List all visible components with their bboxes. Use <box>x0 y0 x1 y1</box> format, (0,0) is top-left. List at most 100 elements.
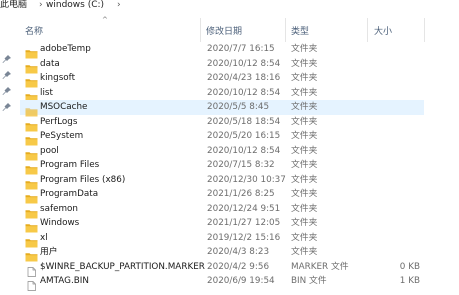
file-type: 文件夹 <box>291 116 318 127</box>
file-type: 文件夹 <box>291 44 318 54</box>
file-icon <box>25 262 38 277</box>
folder-icon <box>25 247 38 262</box>
file-date-modified: 2020/5/5 8:45 <box>207 102 270 112</box>
file-type: 文件夹 <box>291 203 318 214</box>
column-header-date[interactable]: 修改日期 <box>206 24 242 37</box>
breadcrumb-drive-c[interactable]: windows (C:) <box>46 0 104 10</box>
folder-icon <box>25 131 38 146</box>
file-date-modified: 2019/12/2 15:16 <box>207 232 281 243</box>
file-date-modified: 2020/6/9 19:54 <box>207 276 275 286</box>
column-divider[interactable] <box>200 18 201 42</box>
file-row[interactable]: PerfLogs 2020/5/18 18:54 文件夹 <box>20 115 424 131</box>
file-date-modified: 2021/1/26 8:25 <box>207 189 275 199</box>
file-name: Program Files <box>40 160 100 170</box>
file-date-modified: 2020/5/20 16:15 <box>207 131 281 141</box>
file-row[interactable]: $WINRE_BACKUP_PARTITION.MARKER 2020/4/2 9… <box>20 260 424 277</box>
sort-ascending-icon: ^ <box>102 16 108 24</box>
folder-icon <box>25 102 38 117</box>
folder-icon <box>25 73 38 88</box>
folder-icon <box>25 146 38 160</box>
file-row[interactable]: Program Files (x86) 2020/12/30 10:37 文件夹 <box>20 173 424 189</box>
file-row[interactable]: data 2020/10/12 8:54 文件夹 <box>20 57 424 73</box>
file-type: 文件夹 <box>291 87 318 98</box>
file-size: 0 KB <box>399 261 420 272</box>
file-name: safemon <box>40 203 79 214</box>
file-type: MARKER 文件 <box>291 261 349 272</box>
file-name: pool <box>40 145 59 156</box>
file-row[interactable]: PeSystem 2020/5/20 16:15 文件夹 <box>20 129 424 146</box>
column-divider[interactable] <box>285 18 286 42</box>
file-date-modified: 2020/7/7 16:15 <box>207 44 275 54</box>
folder-icon <box>25 204 38 218</box>
breadcrumb-separator-icon[interactable]: › <box>117 0 121 10</box>
column-header-type[interactable]: 类型 <box>291 24 309 37</box>
file-date-modified: 2020/7/15 8:32 <box>207 160 275 170</box>
file-row[interactable]: pool 2020/10/12 8:54 文件夹 <box>20 144 424 160</box>
file-name: kingsoft <box>40 73 76 83</box>
folder-icon <box>25 218 38 233</box>
file-type: 文件夹 <box>291 145 318 156</box>
file-name: MSOCache <box>40 102 88 112</box>
file-type: 文件夹 <box>291 189 318 199</box>
folder-icon <box>25 44 38 59</box>
file-date-modified: 2020/4/3 8:23 <box>207 247 270 257</box>
folder-icon <box>25 59 38 73</box>
file-type: 文件夹 <box>291 218 318 228</box>
column-header-name[interactable]: 名称 <box>25 24 43 37</box>
file-row[interactable]: Program Files 2020/7/15 8:32 文件夹 <box>20 158 424 175</box>
file-icon <box>25 276 38 291</box>
breadcrumb-this-pc[interactable]: 此电脑 <box>0 0 27 10</box>
file-row[interactable]: list 2020/10/12 8:54 文件夹 <box>20 86 424 102</box>
file-name: PerfLogs <box>40 116 78 127</box>
pin-icon[interactable] <box>2 54 12 64</box>
file-date-modified: 2021/1/27 12:05 <box>207 218 281 228</box>
file-name: PeSystem <box>40 131 84 141</box>
file-row[interactable]: adobeTemp 2020/7/7 16:15 文件夹 <box>20 42 424 59</box>
quick-access-pins <box>0 50 16 120</box>
file-name: xl <box>40 232 48 243</box>
file-row[interactable]: Windows 2021/1/27 12:05 文件夹 <box>20 216 424 233</box>
file-name: adobeTemp <box>40 44 91 54</box>
file-name: Program Files (x86) <box>40 174 126 185</box>
column-divider[interactable] <box>424 18 425 42</box>
folder-icon <box>25 88 38 102</box>
file-name: data <box>40 58 60 69</box>
file-row[interactable]: xl 2019/12/2 15:16 文件夹 <box>20 231 424 247</box>
folder-icon <box>25 175 38 189</box>
file-name: 用户 <box>40 247 58 257</box>
file-name: ProgramData <box>40 189 99 199</box>
file-row[interactable]: MSOCache 2020/5/5 8:45 文件夹 <box>20 100 424 117</box>
file-type: 文件夹 <box>291 232 318 243</box>
column-header-size[interactable]: 大小 <box>374 24 392 37</box>
file-date-modified: 2020/4/2 9:56 <box>207 261 270 272</box>
pin-icon[interactable] <box>2 86 12 96</box>
file-date-modified: 2020/4/23 18:16 <box>207 73 281 83</box>
file-type: 文件夹 <box>291 58 318 69</box>
file-row[interactable]: ProgramData 2021/1/26 8:25 文件夹 <box>20 187 424 204</box>
file-type: 文件夹 <box>291 131 318 141</box>
pin-icon[interactable] <box>2 102 12 112</box>
file-type: 文件夹 <box>291 160 318 170</box>
file-row[interactable]: safemon 2020/12/24 9:51 文件夹 <box>20 202 424 218</box>
file-row[interactable]: 用户 2020/4/3 8:23 文件夹 <box>20 245 424 262</box>
file-name: $WINRE_BACKUP_PARTITION.MARKER <box>40 261 205 272</box>
file-date-modified: 2020/12/30 10:37 <box>207 174 286 185</box>
breadcrumb-separator-icon[interactable]: › <box>39 0 43 10</box>
file-name: list <box>40 87 53 98</box>
file-date-modified: 2020/10/12 8:54 <box>207 87 281 98</box>
column-divider[interactable] <box>367 18 368 42</box>
breadcrumb: 此电脑 › windows (C:) › <box>0 0 459 14</box>
file-date-modified: 2020/12/24 9:51 <box>207 203 281 214</box>
file-type: 文件夹 <box>291 73 318 83</box>
pin-icon[interactable] <box>2 70 12 80</box>
file-type: 文件夹 <box>291 174 318 185</box>
file-type: BIN 文件 <box>291 276 327 286</box>
file-type: 文件夹 <box>291 247 318 257</box>
column-header: ^ 名称 修改日期 类型 大小 <box>20 16 459 42</box>
file-date-modified: 2020/10/12 8:54 <box>207 58 281 69</box>
file-date-modified: 2020/5/18 18:54 <box>207 116 281 127</box>
file-row[interactable]: kingsoft 2020/4/23 18:16 文件夹 <box>20 71 424 88</box>
file-type: 文件夹 <box>291 102 318 112</box>
file-name: AMTAG.BIN <box>40 276 89 286</box>
file-row[interactable]: AMTAG.BIN 2020/6/9 19:54 BIN 文件 1 KB <box>20 274 424 291</box>
